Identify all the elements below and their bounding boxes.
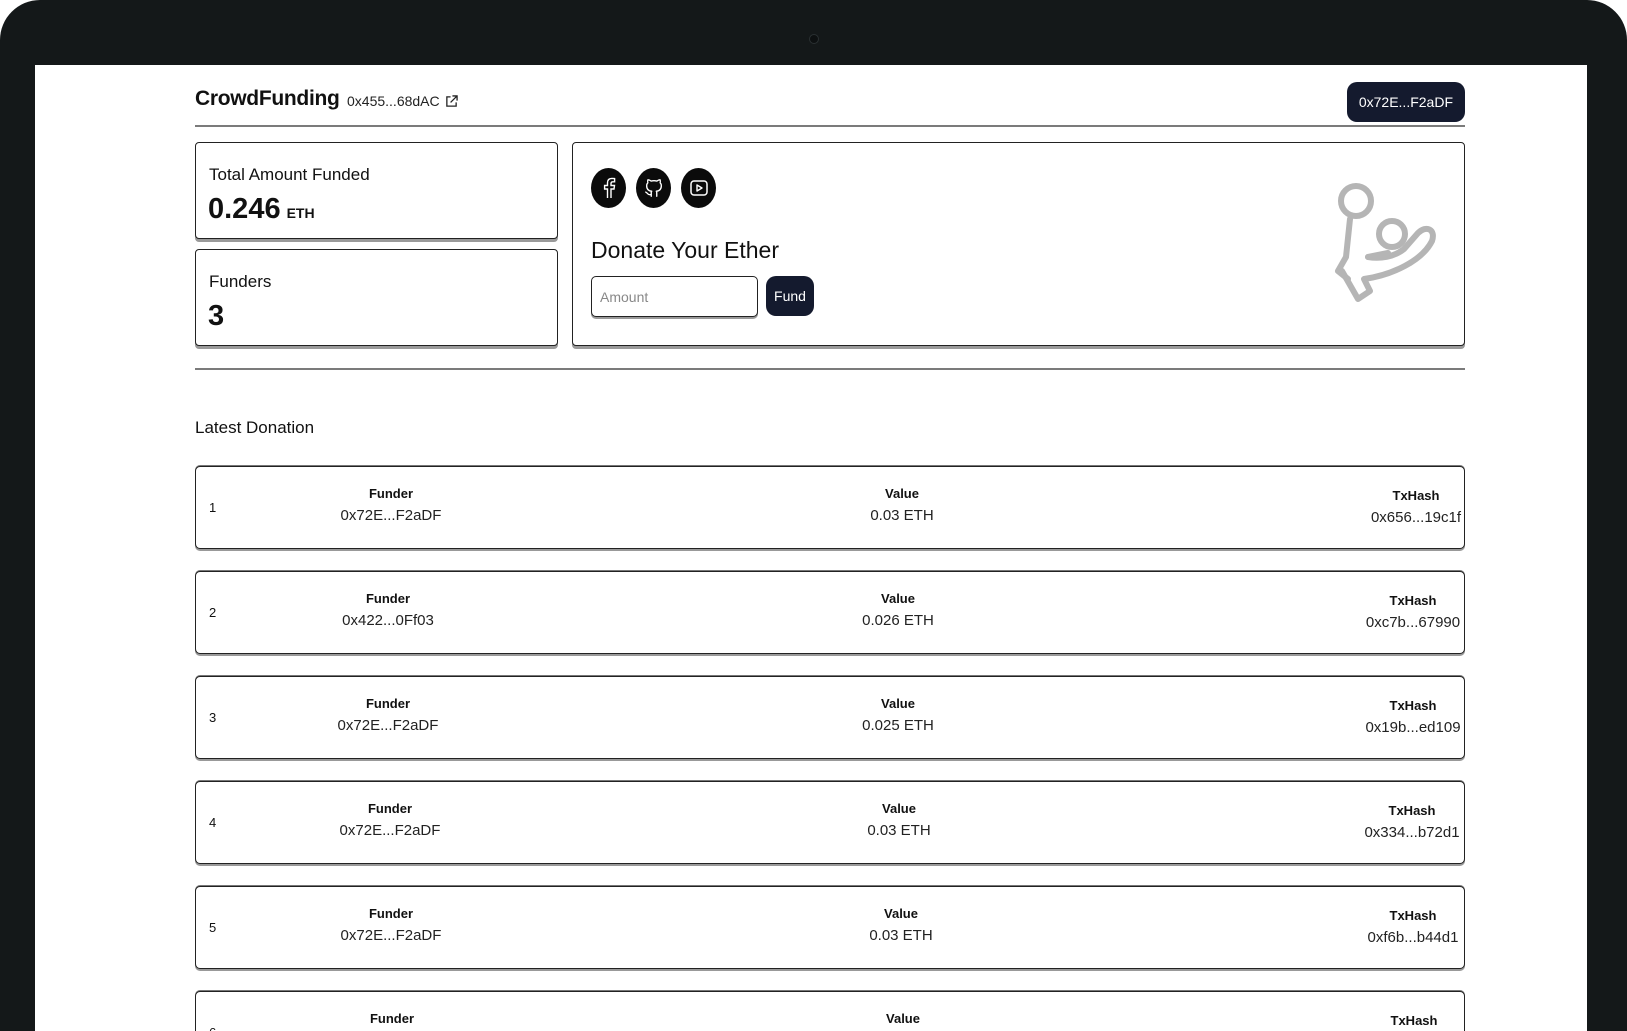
section-divider [195, 368, 1465, 370]
donation-row: 6 Funder Value TxHash [195, 991, 1465, 1031]
funder-address: 0x72E...F2aDF [339, 822, 441, 839]
value-header: Value [886, 1011, 920, 1026]
funder-column: Funder 0x72E...F2aDF [338, 696, 439, 734]
donation-row: 4 Funder 0x72E...F2aDF Value 0.03 ETH TxHa… [195, 781, 1465, 864]
github-icon[interactable] [636, 168, 671, 208]
funder-header: Funder [369, 1011, 415, 1026]
txhash-header: TxHash [1392, 488, 1440, 503]
funders-label: Funders [209, 272, 272, 291]
txhash-value[interactable]: 0x334...b72d1 [1364, 824, 1459, 841]
app-title: CrowdFunding [195, 87, 340, 110]
total-funded-card: Total Amount Funded 0.246 ETH [195, 142, 558, 239]
camera-dot [809, 34, 819, 44]
total-funded-unit: ETH [286, 205, 315, 221]
txhash-header: TxHash [1390, 1013, 1438, 1028]
txhash-value[interactable]: 0xf6b...b44d1 [1368, 929, 1459, 946]
value-header: Value [882, 801, 916, 816]
value-header: Value [881, 591, 915, 606]
donation-value: 0.03 ETH [867, 822, 931, 839]
youtube-icon[interactable] [681, 168, 716, 208]
wallet-address-button[interactable]: 0x72E...F2aDF [1346, 82, 1465, 122]
txhash-column: TxHash 0xf6b...b44d1 [1368, 908, 1459, 946]
total-funded-label: Total Amount Funded [209, 165, 370, 184]
funder-header: Funder [365, 591, 411, 606]
device-frame: CrowdFunding 0x455...68dAC 0x72E...F2aDF… [0, 0, 1627, 1031]
funder-column: Funder [370, 1011, 414, 1031]
donation-value: 0.026 ETH [862, 612, 934, 629]
value-column: Value 0.026 ETH [862, 591, 934, 629]
latest-donation-title: Latest Donation [195, 418, 315, 437]
txhash-column: TxHash 0x656...19c1f [1371, 488, 1461, 526]
donation-value: 0.03 ETH [870, 507, 934, 524]
value-column: Value 0.025 ETH [862, 696, 934, 734]
funder-header: Funder [368, 906, 414, 921]
funder-header: Funder [367, 801, 413, 816]
header-divider [195, 125, 1465, 127]
row-index: 6 [209, 1025, 216, 1031]
txhash-value[interactable]: 0xc7b...67990 [1366, 614, 1460, 631]
value-column: Value 0.03 ETH [869, 906, 932, 944]
value-header: Value [881, 696, 915, 711]
row-index: 1 [209, 500, 217, 515]
value-column: Value 0.03 ETH [870, 486, 933, 524]
top-bar: CrowdFunding 0x455...68dAC 0x72E...F2aDF [195, 73, 1465, 122]
funder-column: Funder 0x72E...F2aDF [341, 906, 442, 944]
txhash-header: TxHash [1388, 803, 1436, 818]
donation-row: 5 Funder 0x72E...F2aDF Value 0.03 ETH TxHa… [195, 886, 1465, 969]
facebook-icon[interactable] [591, 168, 626, 208]
txhash-value[interactable]: 0x19b...ed109 [1365, 719, 1460, 736]
total-funded-amount: 0.246 [208, 193, 281, 225]
donate-panel: Donate Your Ether Fund [572, 142, 1465, 346]
funder-address: 0x72E...F2aDF [340, 927, 442, 944]
funder-address: 0x422...0Ff03 [342, 612, 434, 629]
total-funded-value: 0.246 ETH [208, 193, 315, 226]
funders-value: 3 [208, 300, 225, 332]
value-header: Value [885, 486, 919, 501]
txhash-header: TxHash [1389, 908, 1437, 923]
value-column: Value 0.03 ETH [867, 801, 930, 839]
txhash-value[interactable]: 0x656...19c1f [1371, 509, 1461, 526]
donate-title: Donate Your Ether [591, 237, 779, 263]
donation-row: 2 Funder 0x422...0Ff03 Value 0.026 ETH TxH… [195, 571, 1465, 654]
row-index: 5 [209, 920, 217, 935]
donation-row: 1 Funder 0x72E...F2aDF Value 0.03 ETH TxHa… [195, 466, 1465, 549]
contract-link[interactable]: 0x455...68dAC [347, 93, 458, 109]
funder-header: Funder [365, 696, 411, 711]
value-header: Value [884, 906, 918, 921]
txhash-column: TxHash 0x334...b72d1 [1364, 803, 1459, 841]
value-column: Value [886, 1011, 920, 1031]
fund-button[interactable]: Fund [766, 276, 814, 316]
txhash-column: TxHash 0xc7b...67990 [1366, 593, 1460, 631]
funders-card: Funders 3 [195, 249, 558, 346]
donation-value: 0.025 ETH [862, 717, 934, 734]
row-index: 4 [209, 815, 217, 830]
txhash-header: TxHash [1389, 698, 1437, 713]
txhash-header: TxHash [1389, 593, 1437, 608]
txhash-column: TxHash 0x19b...ed109 [1365, 698, 1460, 736]
funder-header: Funder [368, 486, 414, 501]
amount-input[interactable] [591, 276, 758, 317]
funder-column: Funder 0x72E...F2aDF [340, 801, 441, 839]
funder-column: Funder 0x72E...F2aDF [341, 486, 442, 524]
row-index: 3 [209, 710, 217, 725]
donation-value: 0.03 ETH [869, 927, 933, 944]
funder-address: 0x72E...F2aDF [337, 717, 439, 734]
contract-address: 0x455...68dAC [347, 93, 440, 109]
funder-column: Funder 0x422...0Ff03 [342, 591, 434, 629]
row-index: 2 [209, 605, 217, 620]
donation-row: 3 Funder 0x72E...F2aDF Value 0.025 ETH TxH… [195, 676, 1465, 759]
app-screen: CrowdFunding 0x455...68dAC 0x72E...F2aDF… [35, 65, 1587, 1031]
external-link-icon [445, 94, 458, 107]
social-links [591, 168, 716, 208]
funder-address: 0x72E...F2aDF [340, 507, 442, 524]
donation-hand-icon [1335, 183, 1436, 302]
txhash-column: TxHash [1391, 1013, 1438, 1031]
